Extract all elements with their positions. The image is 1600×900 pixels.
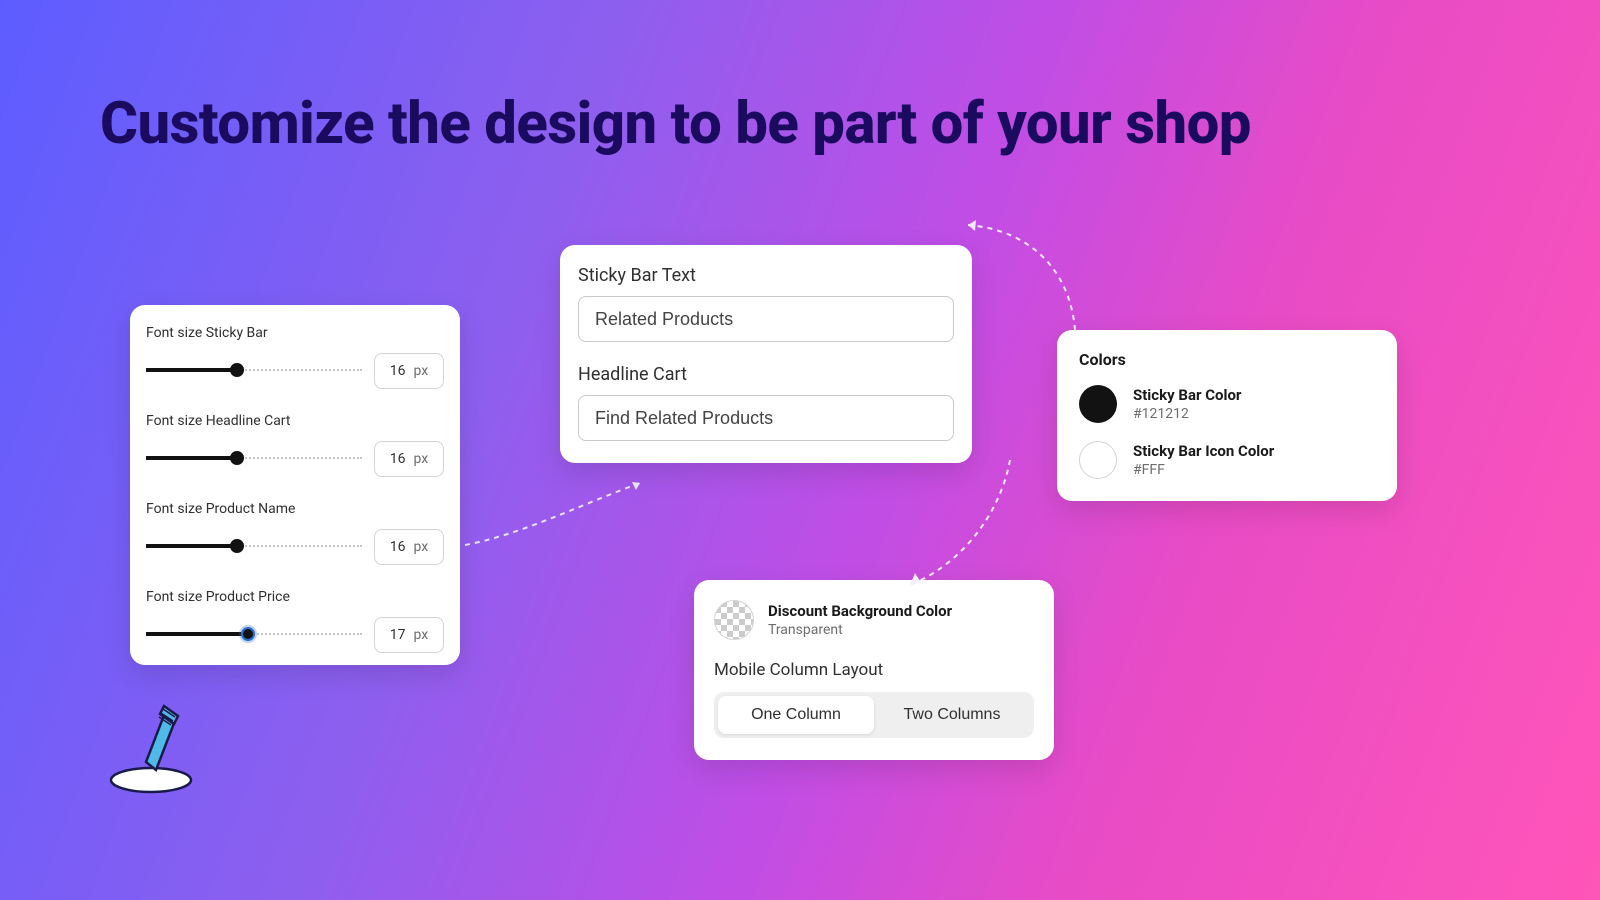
font-size-value-box[interactable]: 16 px — [374, 529, 444, 565]
font-size-row: Font size Sticky Bar 16 px — [146, 325, 444, 389]
arrow-icon — [900, 455, 1020, 595]
layout-panel: Discount Background Color Transparent Mo… — [694, 580, 1054, 760]
headline-cart-label: Headline Cart — [578, 364, 954, 385]
font-size-label: Font size Sticky Bar — [146, 325, 444, 341]
sticky-bar-text-label: Sticky Bar Text — [578, 265, 954, 286]
font-size-row: Font size Product Price 17 px — [146, 589, 444, 653]
color-hex: #121212 — [1133, 406, 1241, 422]
discount-color-row[interactable]: Discount Background Color Transparent — [714, 600, 1034, 640]
color-row[interactable]: Sticky Bar Icon Color #FFF — [1079, 441, 1375, 479]
color-name: Sticky Bar Icon Color — [1133, 442, 1274, 460]
font-size-value-box[interactable]: 17 px — [374, 617, 444, 653]
color-swatch[interactable] — [714, 600, 754, 640]
font-size-value: 16 — [390, 539, 406, 555]
sticky-bar-text-input[interactable] — [578, 296, 954, 342]
font-size-row: Font size Headline Cart 16 px — [146, 413, 444, 477]
colors-title: Colors — [1079, 350, 1375, 369]
arrow-icon — [460, 475, 660, 555]
font-size-unit: px — [414, 363, 429, 379]
font-size-label: Font size Headline Cart — [146, 413, 444, 429]
color-swatch[interactable] — [1079, 441, 1117, 479]
slider-knob[interactable] — [230, 363, 244, 377]
font-size-value: 16 — [390, 363, 406, 379]
discount-color-label: Discount Background Color — [768, 602, 952, 620]
font-size-slider[interactable] — [146, 457, 362, 461]
font-size-unit: px — [414, 451, 429, 467]
font-size-value-box[interactable]: 16 px — [374, 353, 444, 389]
color-hex: #FFF — [1133, 462, 1274, 478]
text-fields-panel: Sticky Bar Text Headline Cart — [560, 245, 972, 463]
color-name: Sticky Bar Color — [1133, 386, 1241, 404]
font-size-slider[interactable] — [146, 633, 362, 637]
font-size-panel: Font size Sticky Bar 16 px Font size Hea… — [130, 305, 460, 665]
mobile-layout-segmented: One Column Two Columns — [714, 692, 1034, 738]
discount-color-value: Transparent — [768, 622, 952, 638]
color-swatch[interactable] — [1079, 385, 1117, 423]
page-title: Customize the design to be part of your … — [100, 90, 1251, 158]
font-size-unit: px — [414, 539, 429, 555]
font-size-value: 16 — [390, 451, 406, 467]
one-column-button[interactable]: One Column — [718, 696, 874, 734]
two-columns-button[interactable]: Two Columns — [874, 696, 1030, 734]
slider-knob[interactable] — [241, 627, 255, 641]
font-size-value-box[interactable]: 16 px — [374, 441, 444, 477]
font-size-slider[interactable] — [146, 369, 362, 373]
font-size-unit: px — [414, 627, 429, 643]
font-size-label: Font size Product Price — [146, 589, 444, 605]
font-size-row: Font size Product Name 16 px — [146, 501, 444, 565]
arrow-icon — [960, 215, 1090, 345]
font-size-value: 17 — [390, 627, 406, 643]
slider-knob[interactable] — [230, 539, 244, 553]
headline-cart-input[interactable] — [578, 395, 954, 441]
glue-stick-icon — [108, 700, 198, 795]
color-row[interactable]: Sticky Bar Color #121212 — [1079, 385, 1375, 423]
slider-knob[interactable] — [230, 451, 244, 465]
colors-panel: Colors Sticky Bar Color #121212 Sticky B… — [1057, 330, 1397, 501]
font-size-label: Font size Product Name — [146, 501, 444, 517]
font-size-slider[interactable] — [146, 545, 362, 549]
mobile-layout-label: Mobile Column Layout — [714, 660, 1034, 680]
